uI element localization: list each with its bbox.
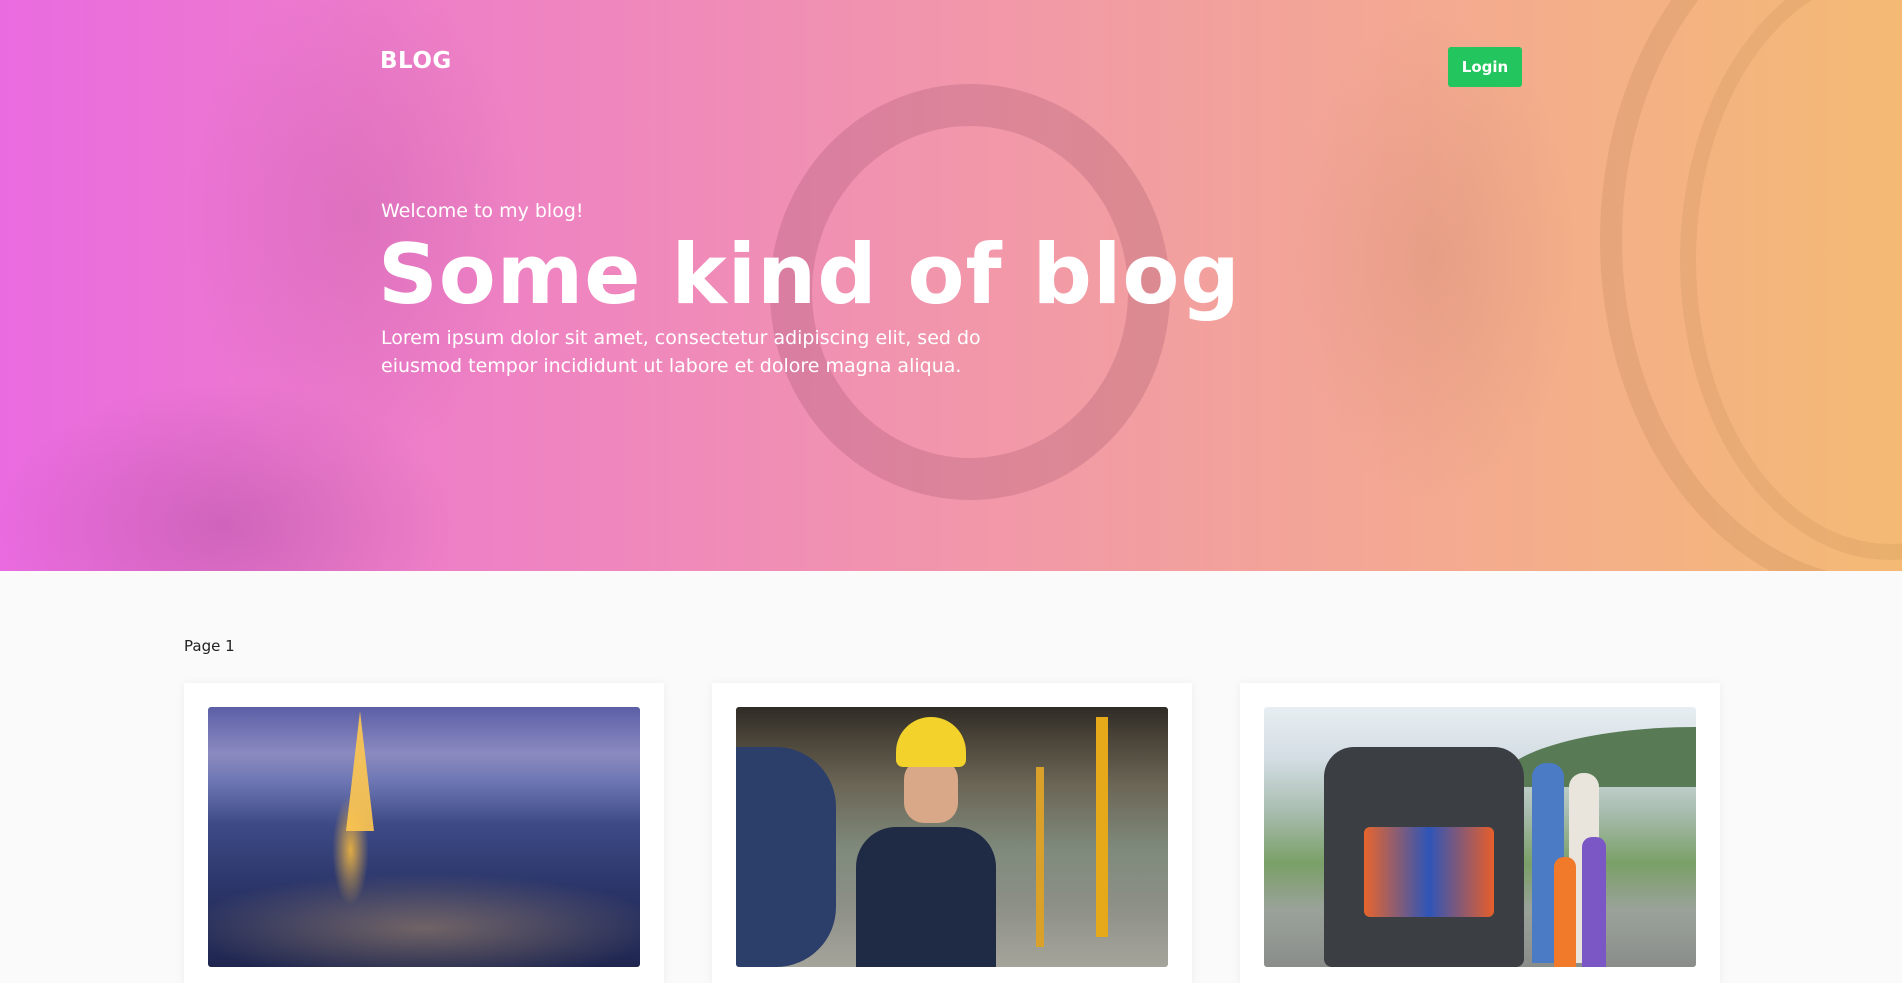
hero-subtitle-line-2: eiusmod tempor incididunt ut labore et d…	[381, 355, 962, 377]
hero-eyebrow: Welcome to my blog!	[381, 200, 584, 222]
login-button[interactable]: Login	[1448, 47, 1522, 87]
hero-subtitle-line-1: Lorem ipsum dolor sit amet, consectetur …	[381, 327, 981, 349]
post-card[interactable]	[712, 683, 1192, 983]
hero-background-arch-inner	[1680, 0, 1902, 560]
worker-body-shape	[856, 827, 996, 967]
worker-face-shape	[904, 759, 958, 823]
hero-subtitle: Lorem ipsum dolor sit amet, consectetur …	[381, 324, 1081, 380]
hero-background-arch	[1600, 0, 1902, 571]
pipe-shape	[1036, 767, 1044, 947]
hero-banner: BLOG Login Welcome to my blog! Some kind…	[0, 0, 1902, 571]
child-shape	[1554, 857, 1576, 967]
hero-title: Some kind of blog	[378, 226, 1241, 323]
brand-logo-link[interactable]: BLOG	[380, 48, 452, 74]
post-image-family-car[interactable]	[1264, 707, 1696, 967]
pipe-shape	[1096, 717, 1108, 937]
hard-hat-shape	[896, 717, 966, 767]
eiffel-tower-shape	[346, 711, 374, 831]
page-indicator: Page 1	[184, 637, 235, 655]
post-image-paris[interactable]	[208, 707, 640, 967]
machinery-shape	[736, 747, 836, 967]
child-shape	[1582, 837, 1606, 967]
luggage-shape	[1364, 827, 1494, 917]
post-image-industrial-worker[interactable]	[736, 707, 1168, 967]
post-card[interactable]	[184, 683, 664, 983]
post-card[interactable]	[1240, 683, 1720, 983]
